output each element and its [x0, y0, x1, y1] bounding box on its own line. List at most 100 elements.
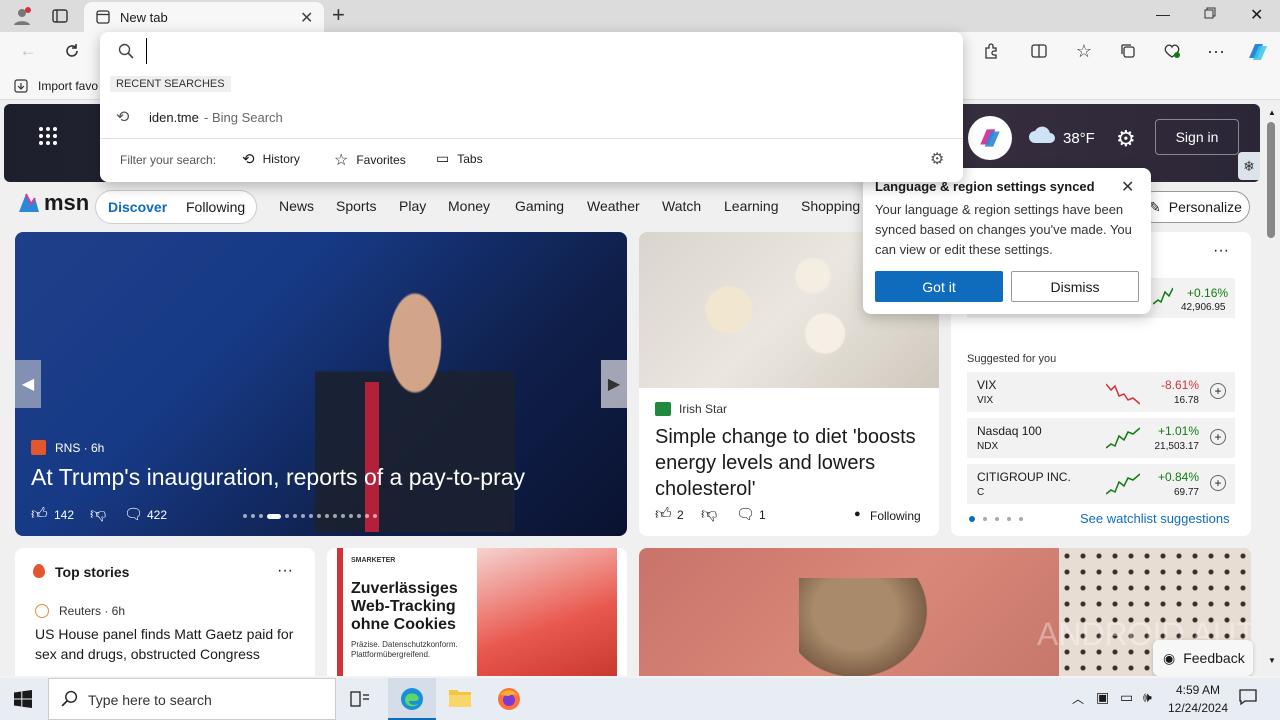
watchlist-more-icon[interactable]: ··· — [1213, 242, 1229, 260]
comment-icon[interactable]: 🗨︎ — [736, 505, 755, 523]
notifications-icon[interactable] — [1239, 688, 1257, 711]
like-icon[interactable]: 👍︎ — [31, 505, 48, 524]
dismiss-button[interactable]: Dismiss — [1011, 271, 1139, 302]
watch-name: CITIGROUP INC. — [977, 470, 1071, 484]
taskbar-time[interactable]: 4:59 AM — [1168, 683, 1228, 697]
split-screen-icon[interactable] — [1027, 39, 1051, 63]
taskbar-search-placeholder: Type here to search — [88, 692, 212, 708]
watchlist-dots[interactable] — [969, 516, 1023, 522]
settings-gear-icon[interactable]: ⚙ — [1116, 126, 1136, 152]
network-icon[interactable]: ▭ — [1120, 689, 1133, 706]
file-explorer-icon[interactable] — [448, 687, 472, 714]
nav-learning[interactable]: Learning — [724, 198, 779, 214]
filter-favorites[interactable]: ☆ Favorites — [334, 150, 406, 170]
nav-play[interactable]: Play — [399, 198, 426, 214]
tab-following[interactable]: Following — [186, 199, 245, 215]
import-favorites-link[interactable]: Import favo — [38, 79, 98, 93]
back-button[interactable]: ← — [16, 39, 40, 63]
watch-change: -8.61% — [1160, 378, 1199, 392]
scroll-down-icon[interactable]: ▼ — [1268, 656, 1276, 665]
ad-card[interactable]: SMARKETER Zuverlässiges Web-Tracking ohn… — [327, 548, 627, 676]
msn-logo[interactable]: msn — [16, 190, 89, 216]
filter-tabs[interactable]: ▭ Tabs — [436, 150, 483, 167]
watchlist-row[interactable]: VIX VIX -8.61% 16.78 + — [967, 372, 1235, 412]
snowflake-icon[interactable]: ❄ — [1238, 152, 1260, 180]
hero-news-card[interactable]: ◀ ▶ RNS · 6h At Trump's inauguration, re… — [15, 232, 627, 536]
profile-icon[interactable] — [10, 4, 34, 28]
firefox-icon[interactable] — [497, 687, 521, 716]
app-launcher-icon[interactable] — [38, 126, 58, 151]
nav-weather[interactable]: Weather — [587, 198, 640, 214]
watchlist-row[interactable]: Nasdaq 100 NDX +1.01% 21,503.17 + — [967, 418, 1235, 458]
dropdown-settings-icon[interactable]: ⚙ — [930, 149, 944, 169]
recent-search-item[interactable]: ⟲ iden.tme - Bing Search — [100, 102, 963, 134]
favorites-star-icon[interactable]: ☆ — [1072, 39, 1096, 63]
tray-chevron-icon[interactable]: ︿ — [1072, 690, 1084, 707]
ad-brand: SMARKETER — [351, 557, 396, 564]
browser-essentials-icon[interactable] — [1160, 39, 1184, 63]
nav-watch[interactable]: Watch — [662, 198, 701, 214]
cloud-icon — [1028, 126, 1056, 149]
add-to-watchlist-icon[interactable]: + — [1210, 429, 1226, 445]
popup-close-icon[interactable]: ✕ — [1121, 177, 1134, 197]
nav-news[interactable]: News — [279, 198, 314, 214]
dislike-icon[interactable]: 👎︎ — [90, 505, 106, 524]
irish-star-logo-icon — [655, 402, 671, 416]
more-menu-icon[interactable]: ··· — [1204, 39, 1228, 63]
nav-sports[interactable]: Sports — [336, 198, 376, 214]
page-scrollbar[interactable]: ▲ ▼ — [1262, 100, 1280, 676]
collections-icon[interactable] — [1116, 39, 1140, 63]
copilot-button[interactable] — [968, 116, 1012, 160]
address-input[interactable] — [146, 38, 906, 64]
monkey-photo — [799, 578, 939, 676]
temperature[interactable]: 38°F — [1063, 130, 1095, 147]
dislike-icon[interactable]: 👎︎ — [701, 505, 717, 524]
tab-actions-icon[interactable] — [48, 4, 72, 28]
scroll-up-icon[interactable]: ▲ — [1268, 108, 1276, 117]
windows-start-icon[interactable] — [14, 690, 32, 713]
nav-shopping[interactable]: Shopping — [801, 198, 860, 214]
carousel-next-button[interactable]: ▶ — [601, 360, 627, 408]
carousel-prev-button[interactable]: ◀ — [15, 360, 41, 408]
nav-gaming[interactable]: Gaming — [515, 198, 564, 214]
see-watchlist-link[interactable]: See watchlist suggestions — [1080, 511, 1230, 526]
got-it-button[interactable]: Got it — [875, 271, 1003, 302]
article2-headline[interactable]: Simple change to diet 'boosts energy lev… — [655, 424, 927, 502]
close-window-button[interactable]: ✕ — [1250, 5, 1263, 25]
tray-device-icon[interactable]: ▣ — [1096, 689, 1109, 706]
personalize-button[interactable]: ✎ Personalize — [1138, 191, 1250, 223]
carousel-dots[interactable] — [243, 512, 401, 520]
hero-comments: 422 — [147, 508, 168, 522]
volume-icon[interactable]: 🕪︎ — [1143, 689, 1152, 706]
new-tab-button[interactable]: + — [332, 2, 345, 28]
nav-money[interactable]: Money — [448, 198, 490, 214]
scrollbar-thumb[interactable] — [1267, 122, 1275, 238]
watchlist-row[interactable]: CITIGROUP INC. C +0.84% 69.77 + — [967, 464, 1235, 504]
edge-taskbar-button[interactable] — [388, 678, 436, 720]
top-stories-source: Reuters · 6h — [59, 604, 126, 618]
star-icon: ☆ — [334, 152, 349, 169]
feedback-button[interactable]: ◉ Feedback — [1153, 640, 1253, 676]
like-icon[interactable]: 👍︎ — [655, 505, 672, 524]
extensions-icon[interactable] — [979, 39, 1003, 63]
minimize-button[interactable]: — — [1156, 6, 1170, 22]
top-stories-more-icon[interactable]: ··· — [277, 562, 293, 580]
restore-button[interactable] — [1204, 6, 1216, 24]
watch-symbol: C — [977, 487, 985, 498]
taskbar-date[interactable]: 12/24/2024 — [1164, 701, 1232, 715]
copilot-icon[interactable] — [1245, 40, 1271, 64]
add-to-watchlist-icon[interactable]: + — [1210, 475, 1226, 491]
filter-history[interactable]: ⟲ History — [242, 150, 300, 168]
tab-new-tab[interactable]: New tab ✕ — [84, 2, 324, 32]
article2-following[interactable]: Following — [870, 509, 921, 523]
hero-headline[interactable]: At Trump's inauguration, reports of a pa… — [31, 464, 525, 491]
add-to-watchlist-icon[interactable]: + — [1210, 383, 1226, 399]
comment-icon[interactable]: 🗨︎ — [124, 505, 143, 523]
top-stories-headline[interactable]: US House panel finds Matt Gaetz paid for… — [35, 624, 297, 664]
refresh-button[interactable] — [60, 39, 84, 63]
sign-in-button[interactable]: Sign in — [1155, 119, 1239, 155]
taskbar-search-box[interactable]: Type here to search — [48, 678, 336, 720]
close-tab-icon[interactable]: ✕ — [300, 8, 313, 28]
task-view-icon[interactable] — [350, 689, 370, 714]
tab-discover[interactable]: Discover — [108, 199, 167, 215]
